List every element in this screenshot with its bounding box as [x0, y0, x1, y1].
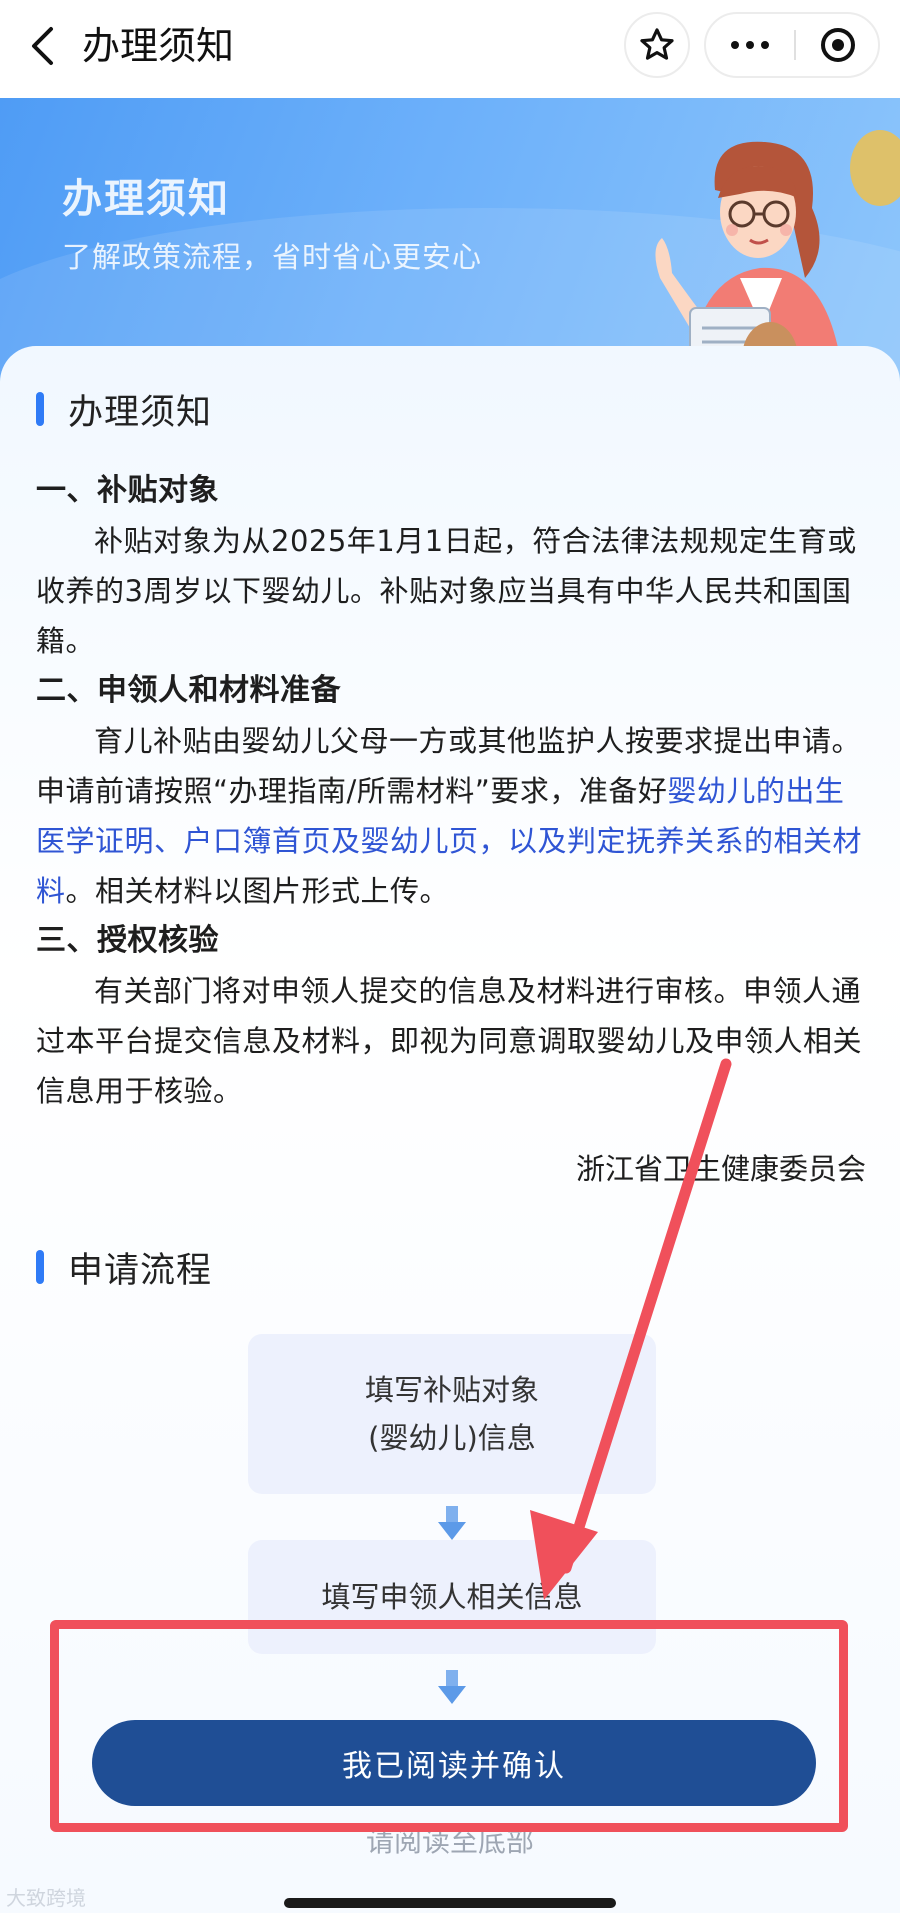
- confirm-read-button[interactable]: 我已阅读并确认: [92, 1720, 816, 1806]
- section-title: 三、授权核验: [36, 923, 219, 958]
- banner-title: 办理须知: [62, 176, 230, 222]
- banner-subtitle: 了解政策流程，省时省心更安心: [62, 240, 483, 274]
- top-nav-bar: 办理须知: [0, 0, 900, 98]
- flow-step: 填写补贴对象 (婴幼儿)信息: [248, 1334, 656, 1494]
- star-icon: [640, 28, 674, 60]
- section-text: 有关部门将对申领人提交的信息及材料进行审核。申领人通过本平台提交信息及材料，即视…: [36, 974, 863, 1108]
- favorite-button[interactable]: [624, 12, 690, 78]
- back-button[interactable]: [22, 24, 62, 68]
- section-title: 一、补贴对象: [36, 473, 219, 508]
- back-arrow-icon: [32, 27, 53, 65]
- notice-body: 一、补贴对象 补贴对象为从2025年1月1日起，符合法律法规规定生育或收养的3周…: [36, 466, 866, 1116]
- accent-bar: [36, 1250, 44, 1284]
- watermark: 大致跨境: [6, 1886, 86, 1910]
- home-indicator: [284, 1898, 616, 1908]
- section-text: 育儿补贴由婴幼儿父母一方或其他监护人按要求提出申请。申请前请按照“办理指南/所需…: [36, 724, 863, 908]
- issuer-signature: 浙江省卫生健康委员会: [575, 1152, 866, 1186]
- flow-step: 填写申领人相关信息: [248, 1540, 656, 1654]
- page-title: 办理须知: [82, 24, 235, 68]
- notice-section-heading: 办理须知: [36, 384, 212, 434]
- down-arrow-icon: [438, 1506, 466, 1540]
- close-target-icon: [821, 28, 855, 62]
- close-button[interactable]: [796, 14, 880, 76]
- content-card: 办理须知 一、补贴对象 补贴对象为从2025年1月1日起，符合法律法规规定生育或…: [0, 346, 900, 1913]
- accent-bar: [36, 392, 44, 426]
- read-to-bottom-hint: 请阅读至底部: [365, 1825, 534, 1858]
- more-dots-icon: [731, 41, 739, 49]
- section-title: 二、申领人和材料准备: [36, 673, 341, 708]
- section-text: 补贴对象为从2025年1月1日起，符合法律法规规定生育或收养的3周岁以下婴幼儿。…: [36, 524, 857, 658]
- more-button[interactable]: [706, 14, 794, 76]
- flow-section-heading: 申请流程: [36, 1242, 212, 1292]
- down-arrow-icon: [438, 1670, 466, 1704]
- mini-program-capsule: [704, 12, 880, 78]
